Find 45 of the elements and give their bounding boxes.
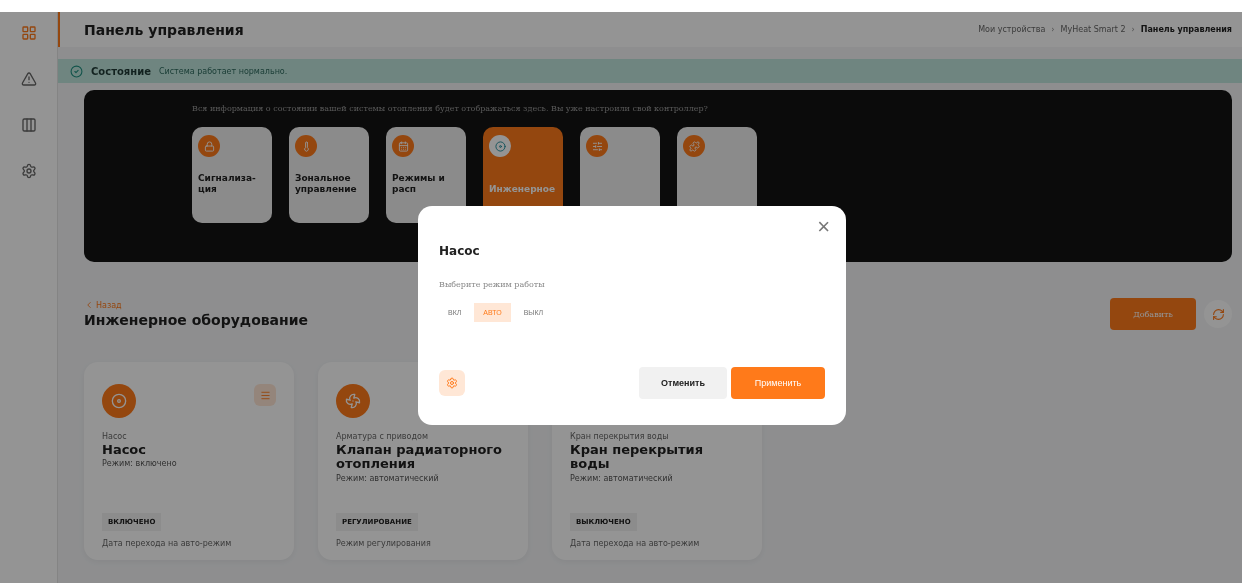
breadcrumb-separator: › — [1131, 25, 1135, 34]
close-button[interactable]: × — [813, 214, 834, 240]
device-type: Насос — [102, 432, 128, 441]
dialog-title: Насос — [439, 244, 481, 258]
disc-icon — [489, 135, 511, 157]
calendar-icon — [392, 135, 414, 157]
page-title: Панель управления — [84, 21, 244, 38]
cancel-button[interactable]: Отменить — [639, 367, 727, 399]
section-title: Инженерное оборудование — [84, 312, 309, 328]
apply-button[interactable]: Применить — [731, 367, 825, 399]
chevron-left-icon — [84, 300, 94, 310]
breadcrumb-link[interactable]: Панель управления — [1140, 25, 1232, 34]
dialog-prompt: Выберите режим работы — [439, 280, 546, 289]
breadcrumb-separator: › — [1051, 25, 1055, 34]
lock-icon — [198, 135, 220, 157]
banner-text: Вся информация о состоянии вашей системы отопления будет отображаться здесь. Вы уже настроили свой контроллер? — [192, 104, 709, 113]
category-tile[interactable]: Сигнализа-ция — [192, 127, 272, 223]
disc-icon — [102, 384, 136, 418]
menu-icon[interactable] — [254, 384, 276, 406]
gear-icon — [446, 377, 458, 389]
breadcrumb-link[interactable]: MyHeat Smart 2 — [1060, 25, 1126, 34]
puzzle-icon — [683, 135, 705, 157]
check-icon — [70, 64, 83, 78]
device-mode: Режим: включено — [102, 459, 178, 469]
category-tile[interactable]: Режимы и расп — [386, 127, 466, 223]
card-footnote: Дата перехода на авто-режим — [102, 539, 233, 548]
device-name: Кран перекрытия воды — [570, 443, 704, 472]
breadcrumb-link[interactable]: Мои устройства — [978, 25, 1046, 34]
refresh-icon — [1211, 307, 1225, 321]
sliders-icon — [586, 135, 608, 157]
card-footnote: Дата перехода на авто-режим — [570, 539, 701, 548]
status-label: Состояние — [91, 65, 151, 77]
thermometer-icon — [295, 135, 317, 157]
device-mode: Режим: автоматический — [570, 473, 674, 483]
device-mode: Режим: автоматический — [336, 473, 440, 483]
device-name: Клапан радиаторного отопления — [336, 443, 504, 472]
card-footnote: Режим регулирования — [336, 539, 432, 548]
device-type: Кран перекрытия воды — [570, 432, 670, 441]
category-tile[interactable]: Зональное управление — [289, 127, 369, 223]
device-type: Арматура с приводом — [336, 432, 429, 441]
refresh-button[interactable] — [1204, 300, 1232, 328]
settings-button[interactable] — [439, 370, 465, 396]
device-name: Насос — [102, 443, 147, 458]
status-text: Система работает нормально. — [158, 66, 288, 76]
fan-icon — [336, 384, 370, 418]
